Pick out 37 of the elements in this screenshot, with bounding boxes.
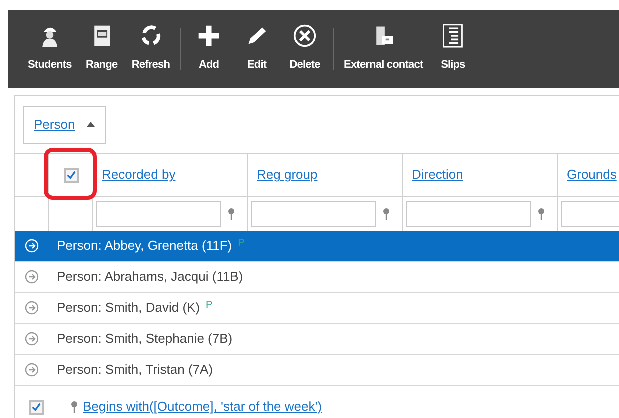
plus-icon [197, 24, 222, 48]
toolbar-button[interactable]: Range [78, 10, 126, 88]
toolbar-button[interactable]: Students [22, 10, 78, 88]
column-header[interactable]: Reg group [257, 165, 318, 185]
row-marker: P [206, 299, 213, 313]
row-label: Person: Smith, Tristan (7A) [57, 361, 214, 380]
arrow-circle-icon[interactable] [25, 301, 39, 315]
pin-icon [70, 401, 79, 413]
toolbar-button[interactable]: Edit [233, 10, 282, 88]
sort-up-icon [87, 122, 96, 127]
column-header[interactable]: Direction [412, 165, 464, 185]
toolbar-button[interactable]: External contact [338, 10, 430, 88]
pin-icon [537, 208, 546, 220]
close-circle-icon [293, 24, 318, 48]
column-header[interactable]: Recorded by [102, 165, 176, 185]
filter-link[interactable]: Begins with([Outcome], 'star of the week') [83, 397, 322, 417]
row-label: Person: Abrahams, Jacqui (11B) [57, 268, 244, 286]
pin-icon [227, 208, 236, 220]
arrow-circle-icon[interactable] [25, 363, 39, 377]
row-label: Person: Smith, David (K) [57, 299, 200, 318]
filter-field[interactable] [251, 201, 376, 227]
list-document-icon [441, 24, 466, 48]
row-label: Person: Abbey, Grenetta (11F) [57, 237, 232, 256]
filter-field[interactable] [406, 201, 531, 227]
arrow-circle-icon[interactable] [25, 332, 39, 346]
column-header[interactable]: Grounds [567, 165, 617, 185]
group-by-chip[interactable]: Person [23, 106, 106, 144]
toolbar-button[interactable]: Slips [429, 10, 478, 88]
toolbar-button[interactable]: Add [185, 10, 234, 88]
filter-checkbox[interactable] [29, 400, 44, 414]
toolbar-button[interactable]: Refresh [126, 10, 176, 88]
filter-field[interactable] [96, 201, 221, 227]
toolbar-button[interactable]: Delete [281, 10, 330, 88]
arrow-circle-icon[interactable] [25, 270, 39, 284]
row-label: Person: Smith, Stephanie (7B) [57, 330, 233, 348]
select-all-checkbox[interactable] [64, 168, 78, 182]
pin-icon [382, 208, 391, 220]
